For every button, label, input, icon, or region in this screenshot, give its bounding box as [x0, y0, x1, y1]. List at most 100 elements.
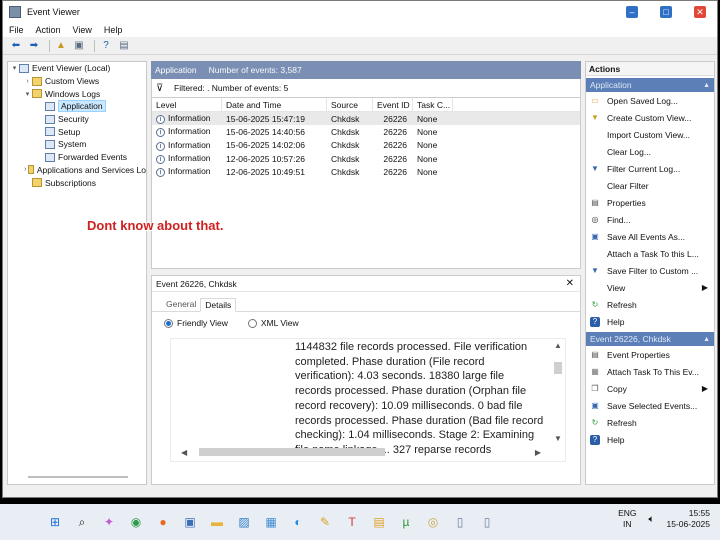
tree-horizontal-scrollbar[interactable]	[28, 476, 128, 478]
xml-view-radio[interactable]	[247, 318, 257, 328]
table-row[interactable]: i Information 15-06-2025 14:40:56 Chkdsk 262…	[152, 125, 580, 138]
menu-help[interactable]: Help	[104, 25, 123, 35]
horizontal-scrollbar[interactable]: ◀ ▶	[181, 447, 541, 457]
pen-icon[interactable]: ✎	[314, 511, 336, 533]
action-item[interactable]: ? Help	[586, 431, 714, 448]
event-detail-textbox[interactable]: 1144832 file records processed. File ver…	[170, 338, 566, 462]
tree-item[interactable]: › Applications and Services Lo	[8, 164, 146, 177]
tree-item[interactable]: Subscriptions	[8, 176, 146, 189]
tab-general[interactable]: General	[162, 297, 200, 311]
action-item[interactable]: ▼ Filter Current Log...	[586, 160, 714, 177]
friendly-view-radio[interactable]	[164, 318, 173, 328]
slides-icon[interactable]: ▤	[368, 511, 390, 533]
table-row[interactable]: i Information 15-06-2025 14:02:06 Chkdsk 262…	[152, 139, 580, 152]
blank-icon	[590, 147, 600, 157]
expand-caret-icon[interactable]: ▾	[23, 90, 32, 98]
action-item[interactable]: ▣ Save All Events As...	[586, 228, 714, 245]
store-icon[interactable]: ▣	[179, 511, 201, 533]
actions-section-application[interactable]: Application ▲	[586, 78, 714, 92]
show-hide-tree-icon[interactable]: ▣	[72, 40, 86, 52]
menu-view[interactable]: View	[73, 25, 92, 35]
volume-icon[interactable]: 🔈︎	[649, 514, 655, 525]
action-item[interactable]: ❐ Copy ▶	[586, 380, 714, 397]
table-row[interactable]: i Information 12-06-2025 10:49:51 Chkdsk 262…	[152, 165, 580, 178]
back-arrow-icon[interactable]: ⬅	[9, 40, 23, 52]
help-toolbar-icon[interactable]: ?	[99, 40, 113, 52]
action-item[interactable]: ▤ Properties	[586, 194, 714, 211]
edge-icon[interactable]: ◐	[287, 511, 309, 533]
language-indicator[interactable]: ENG IN	[618, 508, 636, 530]
help-icon: ?	[590, 316, 600, 327]
tree-item[interactable]: Setup	[8, 125, 146, 138]
action-item[interactable]: Clear Log...	[586, 143, 714, 160]
torrent-icon[interactable]: µ	[395, 511, 417, 533]
tree-item[interactable]: › Custom Views	[8, 75, 146, 88]
file-explorer-icon[interactable]: ▬	[206, 511, 228, 533]
forward-arrow-icon[interactable]: ➡	[27, 40, 41, 52]
copilot-icon[interactable]: ✦	[98, 511, 120, 533]
menu-action[interactable]: Action	[36, 25, 61, 35]
maximize-button[interactable]: □	[649, 1, 683, 23]
vertical-scroll-thumb[interactable]	[554, 362, 562, 374]
action-item[interactable]: Clear Filter	[586, 177, 714, 194]
annotation-text: Dont know about that.	[87, 218, 224, 233]
column-event-id[interactable]: Event ID	[373, 97, 413, 112]
action-item-label: Refresh	[607, 417, 637, 428]
tree-item[interactable]: System	[8, 138, 146, 151]
t-app-icon[interactable]: T	[341, 511, 363, 533]
horizontal-scroll-thumb[interactable]	[199, 448, 385, 456]
xml-view-option[interactable]: XML View	[247, 318, 299, 328]
action-item[interactable]: Import Custom View...	[586, 126, 714, 143]
task-category-cell: None	[417, 113, 438, 124]
photos-icon[interactable]: ▨	[233, 511, 255, 533]
action-item[interactable]: ▦ Attach Task To This Ev...	[586, 363, 714, 380]
chrome-icon[interactable]: ◉	[125, 511, 147, 533]
firefox-icon[interactable]: ●	[152, 511, 174, 533]
action-item[interactable]: ↻ Refresh	[586, 296, 714, 313]
action-item[interactable]: ▼ Save Filter to Custom ...	[586, 262, 714, 279]
friendly-view-option[interactable]: Friendly View	[164, 318, 228, 328]
event-viewer-taskbar-icon[interactable]: ▯	[449, 511, 471, 533]
tree-item[interactable]: Forwarded Events	[8, 151, 146, 164]
column-date-time[interactable]: Date and Time	[222, 97, 327, 112]
start-icon[interactable]: ⊞	[44, 511, 66, 533]
minimize-button[interactable]: –	[615, 1, 649, 23]
action-item[interactable]: ▣ Save Selected Events...	[586, 397, 714, 414]
show-action-pane-icon[interactable]: ▤	[117, 40, 131, 52]
close-button[interactable]: ✕	[683, 1, 717, 23]
action-item[interactable]: ↻ Refresh	[586, 414, 714, 431]
table-row[interactable]: i Information 12-06-2025 10:57:26 Chkdsk 262…	[152, 152, 580, 165]
action-item[interactable]: ? Help	[586, 313, 714, 330]
action-item[interactable]: Attach a Task To this L...	[586, 245, 714, 262]
action-item[interactable]: ▭ Open Saved Log...	[586, 92, 714, 109]
scroll-up-icon[interactable]: ▲	[553, 341, 563, 350]
action-item[interactable]: ◎ Find...	[586, 211, 714, 228]
scroll-left-icon[interactable]: ◀	[181, 448, 187, 457]
search-icon[interactable]: ⌕	[71, 511, 93, 533]
column-source[interactable]: Source	[327, 97, 373, 112]
up-folder-icon[interactable]: ▲	[54, 40, 68, 52]
vertical-scrollbar[interactable]: ▲ ▼	[553, 341, 563, 443]
disc-icon[interactable]: ◎	[422, 511, 444, 533]
expand-caret-icon[interactable]: ▾	[10, 64, 19, 72]
scroll-right-icon[interactable]: ▶	[535, 448, 541, 457]
detail-close-icon[interactable]: ✕	[566, 278, 574, 289]
tree-item[interactable]: Security	[8, 113, 146, 126]
action-item[interactable]: View ▶	[586, 279, 714, 296]
menu-file[interactable]: File	[9, 25, 24, 35]
actions-section-event[interactable]: Event 26226, Chkdsk ▲	[586, 332, 714, 346]
control-panel-icon[interactable]: ▦	[260, 511, 282, 533]
tree-item[interactable]: ▾ Windows Logs	[8, 87, 146, 100]
column-task-category[interactable]: Task C...	[413, 97, 453, 112]
tree-item[interactable]: Application	[8, 100, 146, 113]
column-level[interactable]: Level	[152, 97, 222, 112]
action-item[interactable]: ▤ Event Properties	[586, 346, 714, 363]
expand-caret-icon[interactable]: ›	[23, 78, 32, 85]
action-item[interactable]: ▼ Create Custom View...	[586, 109, 714, 126]
tree-item[interactable]: ▾ Event Viewer (Local)	[8, 62, 146, 75]
clock[interactable]: 15:55 15-06-2025	[667, 508, 710, 530]
table-row[interactable]: i Information 15-06-2025 15:47:19 Chkdsk 262…	[152, 112, 580, 126]
tab-details[interactable]: Details	[200, 298, 237, 312]
event-viewer-active-icon[interactable]: ▯	[476, 511, 498, 533]
scroll-down-icon[interactable]: ▼	[553, 434, 563, 443]
